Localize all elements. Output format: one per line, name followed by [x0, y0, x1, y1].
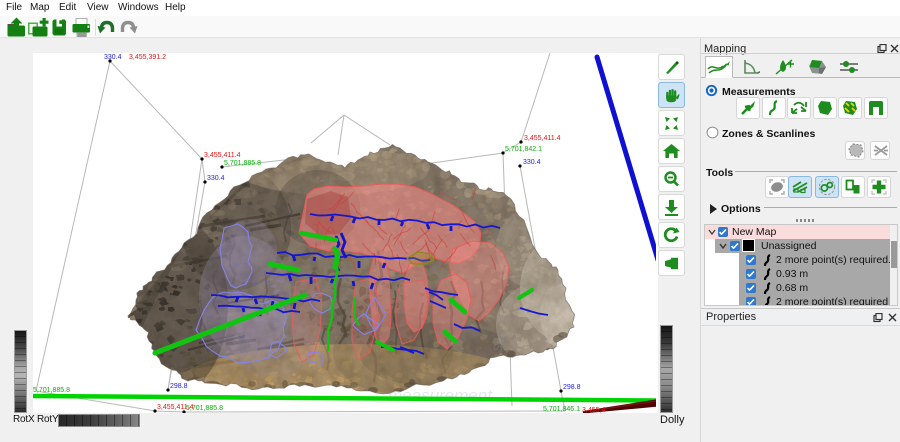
svg-text:5,701,842.1: 5,701,842.1 — [505, 146, 542, 153]
svg-text:5,701,846.1: 5,701,846.1 — [543, 406, 580, 413]
svg-text:3,455,411.4: 3,455,411.4 — [524, 135, 561, 142]
svg-text:3,455,411.4: 3,455,411.4 — [204, 152, 241, 159]
svg-text:5,701,885.8: 5,701,885.8 — [224, 160, 261, 167]
svg-text:3,455,391.2: 3,455,391.2 — [129, 54, 166, 61]
svg-text:330.4: 330.4 — [104, 54, 122, 61]
svg-text:5,701,885.8: 5,701,885.8 — [186, 405, 223, 412]
svg-text:298.8: 298.8 — [170, 383, 188, 390]
svg-text:5,701,885.8: 5,701,885.8 — [33, 387, 70, 394]
svg-text:330.4: 330.4 — [207, 175, 225, 182]
svg-text:measurement: measurement — [388, 386, 493, 405]
svg-text:3,455,4: 3,455,4 — [582, 407, 605, 413]
svg-text:298.8: 298.8 — [563, 384, 581, 391]
svg-text:330.4: 330.4 — [523, 159, 541, 166]
